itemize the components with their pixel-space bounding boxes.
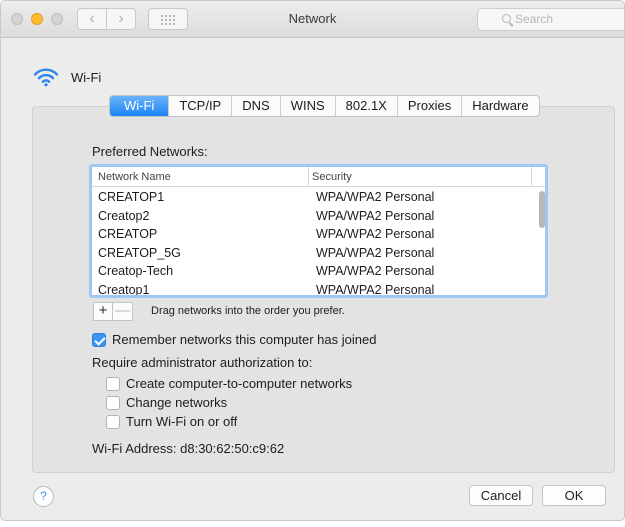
column-header-security[interactable]: Security <box>312 171 352 183</box>
remember-networks-label: Remember networks this computer has join… <box>112 332 377 347</box>
tab-proxies[interactable]: Proxies <box>396 96 461 116</box>
network-security: WPA/WPA2 Personal <box>316 282 435 297</box>
add-network-button[interactable]: + <box>93 302 113 321</box>
column-header-network-name[interactable]: Network Name <box>98 171 171 183</box>
network-security: WPA/WPA2 Personal <box>316 208 435 223</box>
option-label: Change networks <box>126 395 228 410</box>
wifi-icon <box>33 68 59 87</box>
table-row[interactable]: Creatop1 WPA/WPA2 Personal <box>92 281 545 297</box>
help-button[interactable]: ? <box>33 486 54 507</box>
table-row[interactable]: CREATOP1 WPA/WPA2 Personal <box>92 188 545 207</box>
preferred-networks-table[interactable]: Network Name Security CREATOP1 WPA/WPA2 … <box>89 164 548 298</box>
search-icon <box>502 14 511 23</box>
add-remove-controls: + — <box>93 302 133 321</box>
table-row[interactable]: Creatop-Tech WPA/WPA2 Personal <box>92 262 545 281</box>
drag-hint: Drag networks into the order you prefer. <box>151 305 345 317</box>
list-scrollbar[interactable] <box>539 191 545 228</box>
network-security: WPA/WPA2 Personal <box>316 227 435 241</box>
checkbox-checked[interactable] <box>92 332 106 347</box>
network-rows: CREATOP1 WPA/WPA2 Personal Creatop2 WPA/… <box>92 188 545 297</box>
ok-button[interactable]: OK <box>542 485 606 506</box>
network-security: WPA/WPA2 Personal <box>316 190 435 204</box>
network-name: Creatop1 <box>98 282 150 297</box>
cancel-button[interactable]: Cancel <box>469 485 533 506</box>
network-name: Creatop-Tech <box>98 264 174 278</box>
network-preferences-window: ‹ › Network Search Wi-Fi Wi-Fi TCP/IP DN… <box>0 0 625 521</box>
checkbox-unchecked[interactable] <box>106 414 120 429</box>
option-label: Create computer-to-computer networks <box>126 376 353 391</box>
search-placeholder: Search <box>515 12 554 26</box>
column-divider <box>308 167 309 187</box>
tab-wifi[interactable]: Wi-Fi <box>110 96 169 116</box>
tab-wins[interactable]: WINS <box>279 96 335 116</box>
table-row[interactable]: CREATOP WPA/WPA2 Personal <box>92 225 545 244</box>
table-row[interactable]: Creatop2 WPA/WPA2 Personal <box>92 207 545 226</box>
title-bar: ‹ › Network Search <box>1 1 624 38</box>
tab-bar: Wi-Fi TCP/IP DNS WINS 802.1X Proxies Har… <box>109 95 540 117</box>
checkbox-unchecked[interactable] <box>106 395 120 410</box>
tab-hardware[interactable]: Hardware <box>461 96 538 116</box>
change-networks-checkbox[interactable]: Change networks <box>106 395 227 410</box>
network-name: Creatop2 <box>98 208 150 223</box>
toggle-wifi-checkbox[interactable]: Turn Wi-Fi on or off <box>106 414 237 429</box>
tab-8021x[interactable]: 802.1X <box>334 96 397 116</box>
tab-tcpip[interactable]: TCP/IP <box>168 96 231 116</box>
column-divider <box>531 167 532 187</box>
network-name: CREATOP1 <box>98 190 165 204</box>
require-admin-label: Require administrator authorization to: <box>92 355 313 370</box>
network-security: WPA/WPA2 Personal <box>316 245 435 260</box>
remember-networks-checkbox[interactable]: Remember networks this computer has join… <box>92 332 376 347</box>
option-label: Turn Wi-Fi on or off <box>126 414 238 429</box>
network-name: CREATOP_5G <box>98 245 181 260</box>
preferred-networks-label: Preferred Networks: <box>92 144 208 159</box>
tab-dns[interactable]: DNS <box>231 96 279 116</box>
table-header: Network Name Security <box>92 167 545 187</box>
create-computer-networks-checkbox[interactable]: Create computer-to-computer networks <box>106 376 352 391</box>
wifi-header: Wi-Fi <box>33 67 101 87</box>
table-row[interactable]: CREATOP_5G WPA/WPA2 Personal <box>92 244 545 263</box>
network-security: WPA/WPA2 Personal <box>316 264 435 278</box>
wifi-address: Wi-Fi Address: d8:30:62:50:c9:62 <box>92 441 285 456</box>
interface-name: Wi-Fi <box>71 69 102 85</box>
remove-network-button[interactable]: — <box>113 302 133 321</box>
checkbox-unchecked[interactable] <box>106 376 120 391</box>
network-name: CREATOP <box>98 227 158 241</box>
search-field[interactable]: Search <box>477 8 624 31</box>
